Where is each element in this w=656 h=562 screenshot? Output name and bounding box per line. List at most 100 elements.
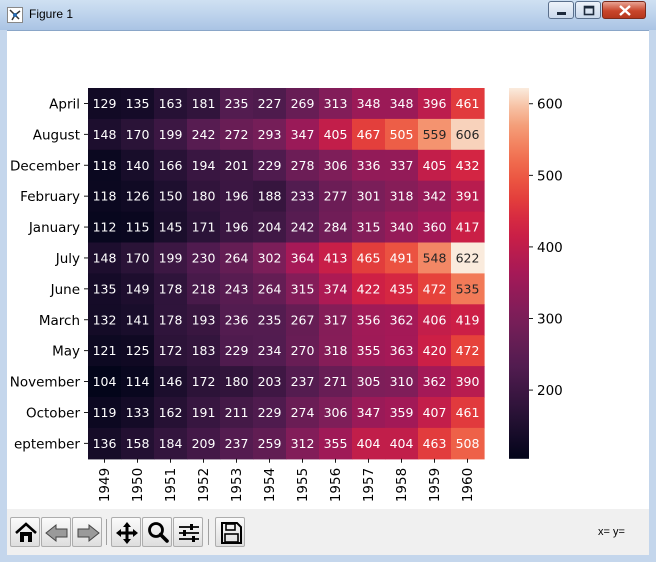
back-button[interactable] <box>41 517 71 547</box>
cell-value-label: 229 <box>258 405 282 420</box>
colorbar-tick-label: 300 <box>537 311 563 327</box>
toolbar-separator <box>106 519 107 545</box>
window-titlebar: Figure 1 <box>0 0 656 31</box>
cell-value-label: 391 <box>456 189 480 204</box>
cell-value-label: 242 <box>192 127 216 142</box>
y-tick-label: April <box>49 96 80 112</box>
cell-value-label: 362 <box>390 312 414 327</box>
zoom-icon <box>148 522 169 543</box>
cell-value-label: 277 <box>324 189 348 204</box>
cell-value-label: 180 <box>225 374 249 389</box>
cell-value-label: 230 <box>192 250 216 265</box>
cell-value-label: 362 <box>423 374 447 389</box>
configure-subplots-button[interactable] <box>173 517 203 547</box>
cell-value-label: 317 <box>324 312 348 327</box>
y-tick-label: March <box>39 313 80 329</box>
cell-value-label: 181 <box>192 96 216 111</box>
y-tick-label: June <box>50 282 80 298</box>
cell-value-label: 472 <box>456 343 480 358</box>
cell-value-label: 162 <box>159 405 183 420</box>
cell-value-label: 234 <box>258 343 282 358</box>
cell-value-label: 229 <box>258 158 282 173</box>
cell-value-label: 199 <box>159 127 183 142</box>
cell-value-label: 180 <box>192 189 216 204</box>
cell-value-label: 178 <box>159 312 183 327</box>
cell-value-label: 606 <box>456 127 480 142</box>
pan-button[interactable] <box>111 517 141 547</box>
cell-value-label: 199 <box>159 250 183 265</box>
minimize-button[interactable] <box>548 1 574 19</box>
cell-value-label: 193 <box>192 312 216 327</box>
cell-value-label: 150 <box>159 189 183 204</box>
cell-value-label: 313 <box>324 96 348 111</box>
colorbar <box>509 88 529 459</box>
cell-value-label: 118 <box>93 158 117 173</box>
cell-value-label: 218 <box>192 281 216 296</box>
cell-value-label: 163 <box>159 96 183 111</box>
cell-value-label: 146 <box>159 374 183 389</box>
cell-value-label: 336 <box>357 158 381 173</box>
cell-value-label: 178 <box>159 281 183 296</box>
cell-value-label: 548 <box>423 250 447 265</box>
cell-value-label: 141 <box>126 312 150 327</box>
cell-value-label: 491 <box>390 250 414 265</box>
cell-value-label: 355 <box>324 436 348 451</box>
maximize-button[interactable] <box>575 1 601 19</box>
colorbar-tick-label: 200 <box>537 383 563 399</box>
cell-value-label: 118 <box>93 189 117 204</box>
home-button[interactable] <box>10 517 40 547</box>
x-tick-label: 1951 <box>163 468 179 502</box>
cell-value-label: 318 <box>324 343 348 358</box>
cell-value-label: 183 <box>192 343 216 358</box>
save-button[interactable] <box>215 517 245 547</box>
cell-value-label: 140 <box>126 158 150 173</box>
cursor-coordinates: x= y= <box>598 526 628 538</box>
heatmap-plot[interactable]: 129 135 163 181 235 227 269 313 348 348 396 461 148 1… <box>7 31 649 509</box>
back-arrow-icon <box>45 523 68 543</box>
figure-canvas[interactable]: 129 135 163 181 235 227 269 313 348 348 396 461 148 1… <box>7 31 649 509</box>
cell-value-label: 318 <box>390 189 414 204</box>
cell-value-label: 348 <box>390 96 414 111</box>
save-icon <box>221 522 242 544</box>
cell-value-label: 170 <box>126 127 150 142</box>
coords-y-label: y= <box>612 526 625 538</box>
cell-value-label: 194 <box>192 158 216 173</box>
cell-value-label: 269 <box>291 96 315 111</box>
forward-button[interactable] <box>72 517 102 547</box>
cell-value-label: 413 <box>324 250 348 265</box>
cell-value-label: 242 <box>291 220 315 235</box>
matplotlib-app-icon <box>7 7 23 23</box>
cell-value-label: 356 <box>357 312 381 327</box>
colorbar-tick-label: 400 <box>537 240 563 256</box>
cell-value-label: 115 <box>126 220 150 235</box>
cell-value-label: 148 <box>93 250 117 265</box>
cell-value-label: 417 <box>456 220 480 235</box>
cell-value-label: 270 <box>291 343 315 358</box>
cell-value-label: 243 <box>225 281 249 296</box>
close-button[interactable] <box>602 1 646 19</box>
cell-value-label: 274 <box>291 405 315 420</box>
cell-value-label: 347 <box>357 405 381 420</box>
cell-value-label: 284 <box>324 220 348 235</box>
y-tick-label: May <box>52 344 80 360</box>
sliders-icon <box>179 524 199 542</box>
close-icon <box>619 5 631 16</box>
cell-value-label: 136 <box>93 436 117 451</box>
cell-value-label: 305 <box>357 374 381 389</box>
move-icon <box>116 522 138 544</box>
cell-value-label: 306 <box>324 405 348 420</box>
cell-value-label: 420 <box>423 343 447 358</box>
cell-value-label: 422 <box>357 281 381 296</box>
cell-value-label: 535 <box>456 281 480 296</box>
cell-value-label: 236 <box>225 312 249 327</box>
cell-value-label: 310 <box>390 374 414 389</box>
x-tick-label: 1957 <box>361 468 377 502</box>
cell-value-label: 271 <box>324 374 348 389</box>
y-tick-label: February <box>20 189 80 205</box>
cell-value-label: 129 <box>93 96 117 111</box>
cell-value-label: 237 <box>291 374 315 389</box>
x-tick-label: 1949 <box>97 468 113 502</box>
cell-value-label: 342 <box>423 189 447 204</box>
zoom-button[interactable] <box>142 517 172 547</box>
cell-value-label: 191 <box>192 405 216 420</box>
